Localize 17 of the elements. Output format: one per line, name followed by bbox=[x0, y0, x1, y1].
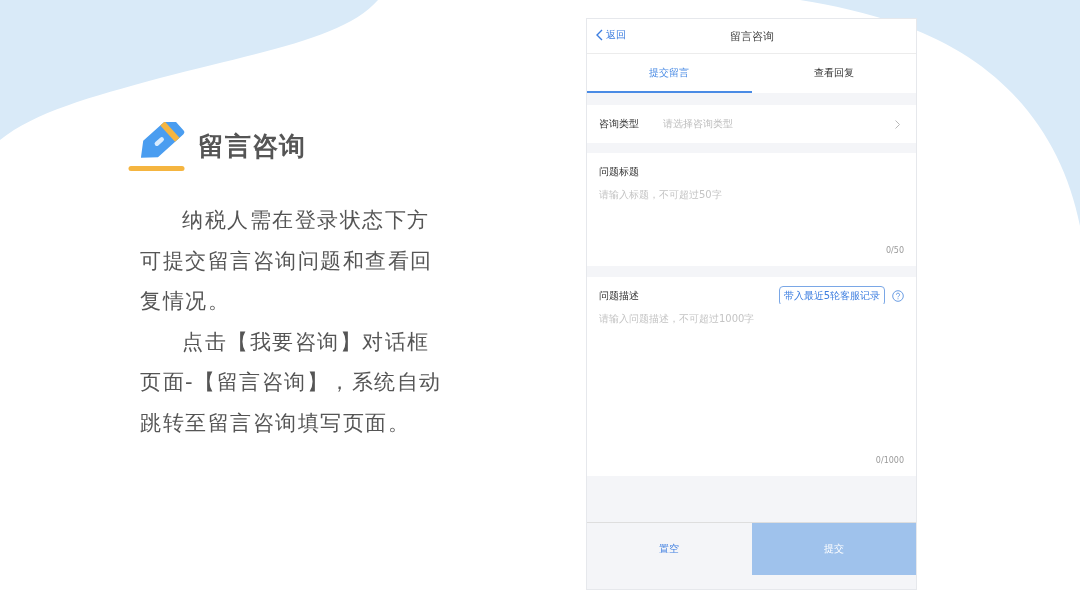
screen-title: 留言咨询 bbox=[729, 28, 774, 44]
field-label: 问题描述 bbox=[599, 288, 639, 303]
field-label: 问题标题 bbox=[599, 164, 639, 179]
import-records-button[interactable]: 带入最近5轮客服记录 bbox=[778, 285, 885, 306]
pencil-icon bbox=[128, 122, 185, 172]
back-button[interactable]: 返回 bbox=[596, 28, 626, 42]
chevron-right-icon bbox=[895, 119, 900, 129]
tab[interactable]: 查看回复 bbox=[751, 54, 916, 93]
description-paragraph: 纳税人需在登录状态下方可提交留言咨询问题和查看回复情况。 bbox=[139, 207, 434, 316]
field-label: 咨询类型 bbox=[599, 117, 640, 131]
section-title: 留言咨询 bbox=[198, 131, 306, 163]
description-paragraph: 点击【我要咨询】对话框页面-【留言咨询】，系统自动跳转至留言咨询填写页面。 bbox=[139, 328, 443, 437]
chevron-left-icon bbox=[596, 29, 603, 41]
character-counter: 0/50 bbox=[886, 246, 904, 255]
character-counter: 0/1000 bbox=[875, 456, 904, 465]
help-icon[interactable] bbox=[892, 289, 904, 302]
tab[interactable]: 提交留言 bbox=[587, 54, 752, 93]
